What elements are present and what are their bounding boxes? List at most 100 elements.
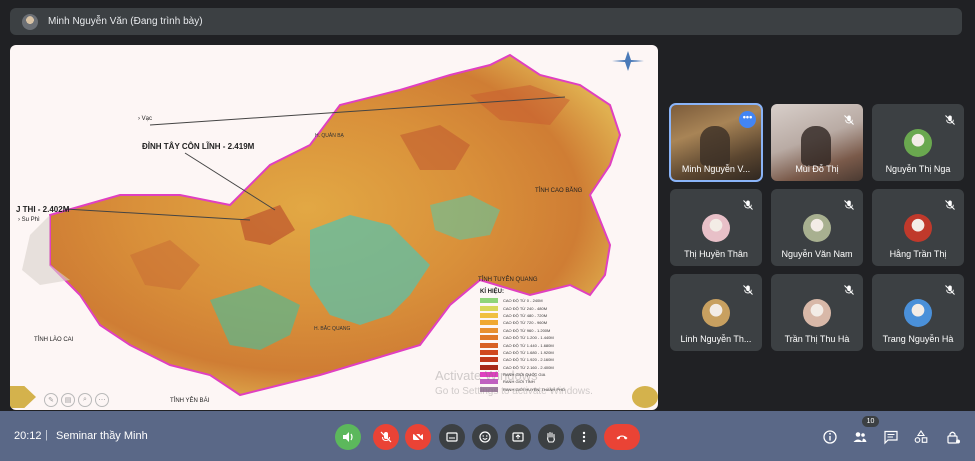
mic-off-icon	[944, 113, 956, 125]
chat-button[interactable]	[882, 428, 900, 446]
legend-label: CAO ĐỘ TỪ 720 - 960M	[503, 320, 548, 326]
participant-count-badge: 10	[862, 416, 879, 427]
legend-label: CAO ĐỘ TỪ 240 - 480M	[503, 305, 548, 311]
chat-icon	[884, 430, 898, 445]
legend-row: CAO ĐỘ TỪ 720 - 960M	[480, 319, 600, 326]
participant-tile[interactable]: Hằng Trần Thị	[872, 189, 964, 266]
participant-tile[interactable]: Nguyễn Văn Nam	[771, 189, 863, 266]
captions-icon	[446, 432, 458, 442]
slide-next-button[interactable]	[632, 386, 658, 408]
legend-swatch	[480, 349, 498, 355]
legend-row: CAO ĐỘ TỪ 1.920 - 2.160M	[480, 356, 600, 363]
legend-row: CAO ĐỘ TỪ 1.200 - 1.440M	[480, 334, 600, 341]
watermark-line-1: Activate Windows	[435, 368, 538, 383]
participant-name: Mùi Đỗ Thị	[795, 164, 839, 174]
participant-name: Thị Huyền Thân	[684, 249, 748, 259]
raise-hand-button[interactable]	[538, 424, 564, 450]
camera-toggle-button[interactable]	[405, 424, 431, 450]
mic-off-icon	[380, 431, 392, 443]
more-slide-options-icon[interactable]: ⋯	[95, 393, 109, 407]
map-label-su-phi: › Su Phì	[18, 217, 40, 223]
participant-video	[801, 126, 831, 166]
legend-swatch	[480, 335, 498, 341]
map-label-lao-cai: TỈNH LÀO CAI	[34, 337, 74, 343]
host-controls-button[interactable]	[944, 428, 962, 446]
legend-swatch	[480, 327, 498, 333]
volume-button[interactable]	[335, 424, 361, 450]
participant-name: Linh Nguyễn Th...	[680, 334, 752, 344]
legend-swatch	[480, 305, 498, 311]
mic-off-icon	[742, 198, 754, 210]
compass-icon	[612, 51, 644, 71]
map-label-quan-ba: H. QUẢN BẠ	[315, 133, 344, 139]
map-label-tuyen-quang: TỈNH TUYÊN QUANG	[478, 277, 538, 283]
activation-watermark: Activate Windows Go to Settings to activ…	[435, 369, 593, 399]
activities-icon	[914, 430, 928, 443]
tile-more-options-icon[interactable]: •••	[739, 111, 756, 128]
people-icon	[853, 432, 867, 442]
legend-label: CAO ĐỘ TỪ 960 - 1.200M	[503, 327, 551, 333]
legend-row: CAO ĐỘ TỪ 0 - 240M	[480, 297, 600, 304]
presenter-avatar	[22, 13, 38, 30]
participant-tile[interactable]: Trang Nguyễn Hà	[872, 274, 964, 351]
present-button[interactable]	[505, 424, 531, 450]
more-options-button[interactable]	[571, 424, 597, 450]
leave-call-button[interactable]	[604, 424, 640, 450]
info-icon	[823, 430, 837, 444]
avatar	[803, 299, 831, 327]
mic-toggle-button[interactable]	[373, 424, 399, 450]
avatar	[702, 214, 730, 242]
legend-row: CAO ĐỘ TỪ 240 - 480M	[480, 304, 600, 311]
avatar	[904, 214, 932, 242]
legend-swatch	[480, 342, 498, 348]
pen-icon[interactable]: ✎	[44, 393, 58, 407]
emoji-icon	[479, 431, 491, 443]
avatar	[904, 129, 932, 157]
legend-title: KÍ HIỆU:	[480, 289, 504, 295]
slide-toolbar: ✎ ▤ ⌕ ⋯	[44, 393, 109, 407]
legend-swatch	[480, 312, 498, 318]
mic-off-icon	[742, 283, 754, 295]
presenter-bar: Minh Nguyễn Văn (Đang trình bày)	[10, 8, 962, 35]
meeting-details-button[interactable]	[821, 428, 839, 446]
presenter-name: Minh Nguyễn Văn (Đang trình bày)	[48, 16, 203, 27]
mic-off-icon	[843, 113, 855, 125]
camera-off-icon	[412, 431, 424, 443]
participant-tile[interactable]: Linh Nguyễn Th...	[670, 274, 762, 351]
legend-row: CAO ĐỘ TỪ 480 - 720M	[480, 312, 600, 319]
legend-label: CAO ĐỘ TỪ 0 - 240M	[503, 298, 543, 304]
participant-tile[interactable]: Mùi Đỗ Thị	[771, 104, 863, 181]
meeting-separator: |	[45, 429, 48, 441]
participant-name: Trang Nguyễn Hà	[882, 334, 954, 344]
legend-label: CAO ĐỘ TỪ 1.920 - 2.160M	[503, 357, 554, 363]
volume-icon	[343, 432, 353, 442]
map-label-peak-2: J THI - 2.402M	[16, 205, 70, 214]
participant-tile[interactable]: ••• Minh Nguyễn V...	[669, 103, 763, 182]
participant-name: Trần Thị Thu Hà	[784, 334, 850, 344]
mic-off-icon	[944, 198, 956, 210]
zoom-icon[interactable]: ⌕	[78, 393, 92, 407]
hang-up-icon	[616, 435, 628, 440]
map-label-bac-quang: H. BẮC QUANG	[314, 326, 351, 332]
emoji-button[interactable]	[472, 424, 498, 450]
meeting-time: 20:12	[14, 430, 42, 442]
participant-tile[interactable]: Thị Huyền Thân	[670, 189, 762, 266]
captions-button[interactable]	[439, 424, 465, 450]
avatar	[702, 299, 730, 327]
host-controls-icon	[947, 431, 960, 444]
map-label-cao-bang: TỈNH CAO BẰNG	[535, 188, 583, 194]
legend-label: CAO ĐỘ TỪ 480 - 720M	[503, 312, 548, 318]
participant-tile[interactable]: Nguyễn Thị Nga	[872, 104, 964, 181]
watermark-line-2: Go to Settings to activate Windows.	[435, 386, 593, 397]
legend-label: CAO ĐỘ TỪ 1.200 - 1.440M	[503, 335, 554, 341]
legend-row: CAO ĐỘ TỪ 960 - 1.200M	[480, 327, 600, 334]
legend-label: CAO ĐỘ TỪ 1.680 - 1.920M	[503, 349, 554, 355]
activities-button[interactable]	[912, 428, 930, 446]
map-label-peak: ĐỈNH TÂY CÔN LĨNH - 2.419M	[142, 142, 255, 151]
participant-tile[interactable]: Trần Thị Thu Hà	[771, 274, 863, 351]
control-bar: 20:12 | Seminar thầy Minh	[0, 411, 975, 461]
legend-row: CAO ĐỘ TỪ 1.440 - 1.680M	[480, 341, 600, 348]
participant-name: Minh Nguyễn V...	[681, 164, 751, 174]
slides-icon[interactable]: ▤	[61, 393, 75, 407]
people-button[interactable]	[851, 428, 869, 446]
